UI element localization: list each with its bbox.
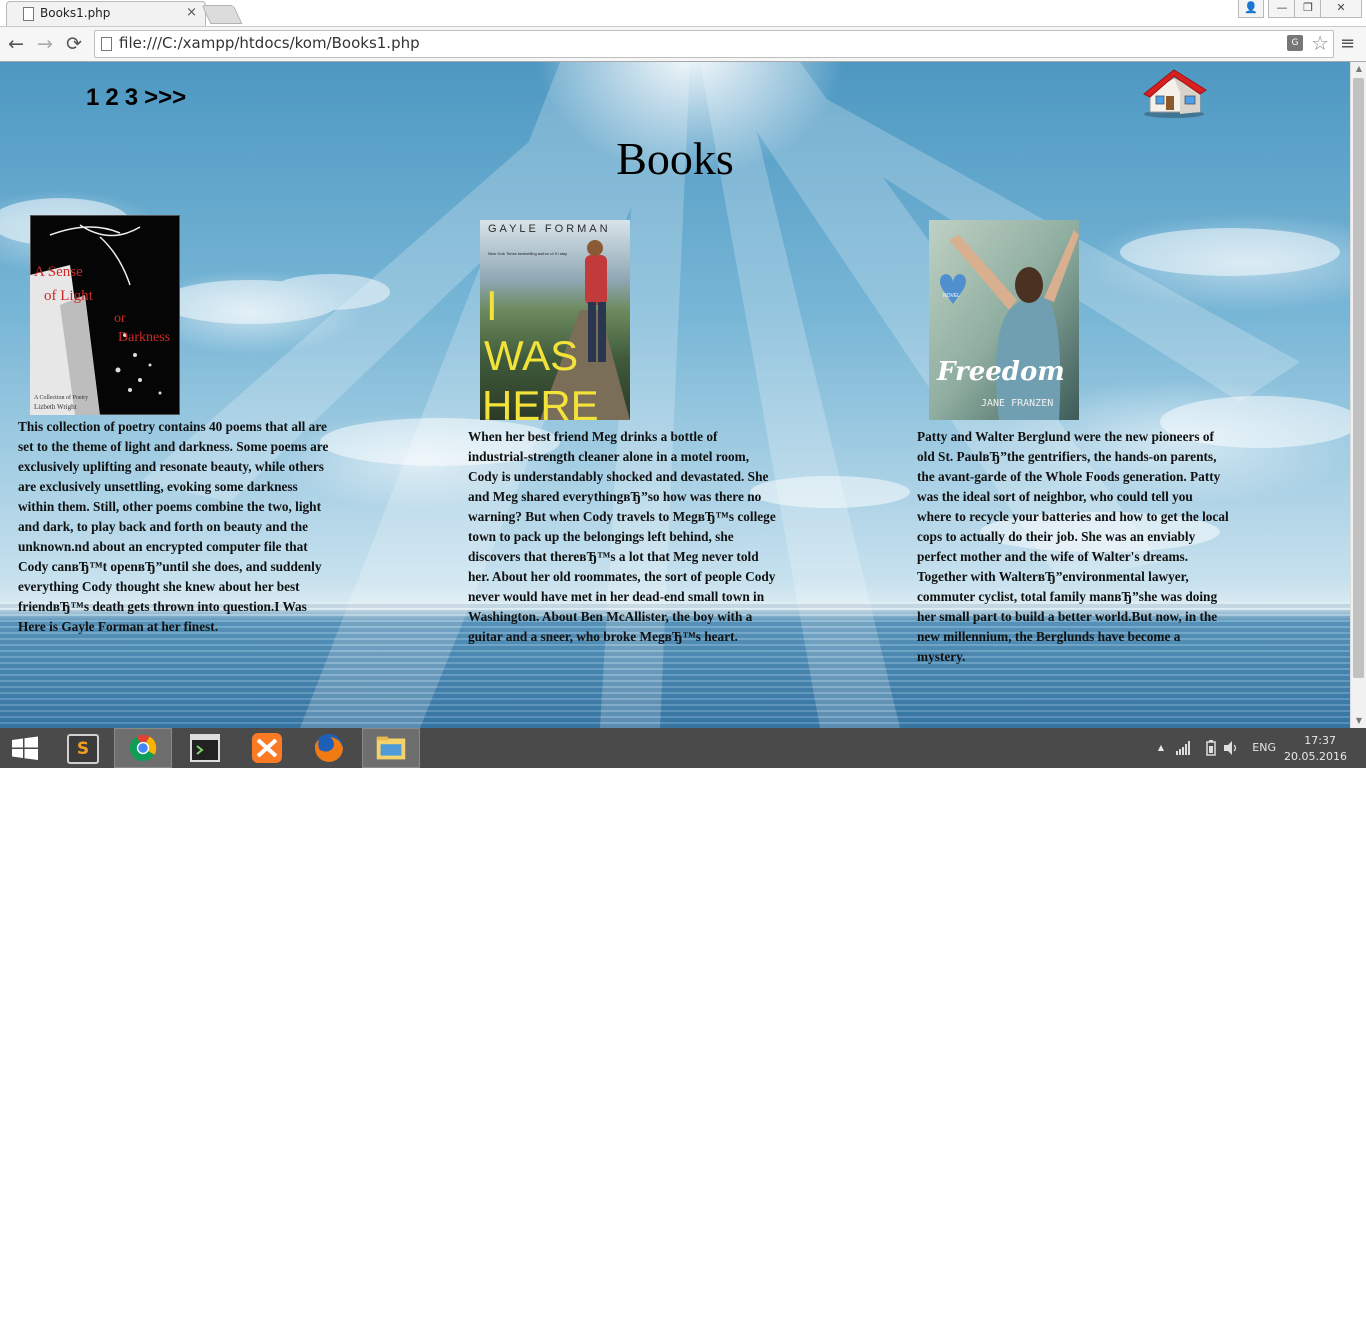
tab-title: Books1.php bbox=[40, 6, 111, 20]
cover-title-line: or bbox=[114, 311, 126, 326]
new-tab-button[interactable] bbox=[201, 5, 243, 24]
browser-chrome: Books1.php × 👤 — ❐ ✕ ← → ⟳ G ☆ ≡ bbox=[0, 0, 1366, 62]
page-link-2[interactable]: 2 bbox=[105, 84, 118, 111]
next-pages-link[interactable]: >>> bbox=[144, 84, 186, 111]
clock-time[interactable]: 17:37 bbox=[1304, 734, 1336, 747]
cover-title-line: HERE bbox=[482, 382, 599, 420]
cover-author: Lizbeth Wright bbox=[34, 403, 77, 411]
home-icon[interactable] bbox=[1140, 66, 1208, 118]
scroll-up-icon[interactable]: ▲ bbox=[1351, 62, 1366, 76]
scrollbar-thumb[interactable] bbox=[1353, 78, 1364, 678]
cover-title-line: A Sense bbox=[34, 264, 83, 280]
firefox-icon[interactable] bbox=[300, 728, 358, 768]
show-hidden-icons-icon[interactable]: ▲ bbox=[1158, 743, 1164, 752]
browser-tab[interactable]: Books1.php × bbox=[6, 1, 206, 27]
user-icon[interactable]: 👤 bbox=[1238, 0, 1264, 18]
console-icon[interactable] bbox=[176, 728, 234, 768]
windows-start-icon[interactable] bbox=[0, 728, 50, 768]
scroll-down-icon[interactable]: ▼ bbox=[1351, 714, 1366, 728]
volume-icon[interactable] bbox=[1224, 741, 1238, 755]
browser-toolbar: ← → ⟳ G ☆ ≡ bbox=[0, 26, 1366, 61]
book-description: Patty and Walter Berglund were the new p… bbox=[917, 429, 1229, 664]
page-title: Books bbox=[616, 133, 734, 184]
minimize-button[interactable]: — bbox=[1268, 0, 1296, 18]
language-indicator[interactable]: ENG bbox=[1252, 741, 1276, 754]
page-icon bbox=[23, 7, 34, 21]
cover-title-line: I bbox=[486, 282, 498, 329]
tab-close-icon[interactable]: × bbox=[186, 5, 197, 20]
pagination: 1 2 3 >>> bbox=[86, 84, 192, 112]
close-window-button[interactable]: ✕ bbox=[1320, 0, 1362, 18]
cover-title: Freedom bbox=[936, 357, 1065, 387]
page-link-1[interactable]: 1 bbox=[86, 84, 99, 111]
network-signal-icon[interactable] bbox=[1176, 741, 1190, 755]
cover-title-line: Darkness bbox=[118, 330, 170, 345]
address-bar[interactable]: G ☆ bbox=[94, 30, 1334, 58]
book-cover-image[interactable]: GAYLE FORMAN New York Times bestselling … bbox=[480, 220, 630, 420]
page-viewport: 1 2 3 >>> Books A Sense of Light or Darknes… bbox=[0, 62, 1350, 728]
page-icon bbox=[101, 37, 112, 51]
vertical-scrollbar[interactable]: ▲ ▼ bbox=[1350, 62, 1366, 728]
cover-title-line: of Light bbox=[44, 288, 94, 304]
url-input[interactable] bbox=[119, 33, 1269, 53]
restore-button[interactable]: ❐ bbox=[1294, 0, 1322, 18]
sublime-text-icon[interactable]: S bbox=[52, 728, 110, 768]
menu-icon[interactable]: ≡ bbox=[1340, 32, 1355, 56]
book-description: This collection of poetry contains 40 po… bbox=[18, 419, 329, 634]
cover-author: GAYLE FORMAN bbox=[488, 223, 611, 235]
xampp-icon[interactable] bbox=[238, 728, 296, 768]
tab-strip: Books1.php × 👤 — ❐ ✕ bbox=[0, 0, 1366, 27]
cover-subtitle: A Collection of Poetry bbox=[34, 394, 88, 401]
reload-button[interactable]: ⟳ bbox=[62, 32, 86, 56]
forward-button[interactable]: → bbox=[33, 32, 57, 56]
clock-date[interactable]: 20.05.2016 bbox=[1284, 750, 1347, 763]
book-cover-image[interactable]: A Sense of Light or Darkness A Collectio… bbox=[30, 215, 180, 415]
cover-author: JANE FRANZEN bbox=[981, 398, 1053, 409]
book-cover-image[interactable]: NOVEL Freedom JANE FRANZEN bbox=[929, 220, 1079, 420]
bookmark-star-icon[interactable]: ☆ bbox=[1311, 31, 1329, 55]
page-link-3[interactable]: 3 bbox=[125, 84, 138, 111]
cover-title-line: WAS bbox=[484, 332, 578, 379]
chrome-icon[interactable] bbox=[114, 728, 172, 768]
file-explorer-icon[interactable] bbox=[362, 728, 420, 768]
translate-icon[interactable]: G bbox=[1287, 35, 1303, 51]
cover-badge: NOVEL bbox=[943, 293, 960, 299]
windows-taskbar: S ▲ ENG 17:37 20.05.2016 bbox=[0, 728, 1366, 768]
cover-tagline: New York Times bestselling author of if … bbox=[488, 251, 567, 256]
book-description: When her best friend Meg drinks a bottle… bbox=[468, 429, 776, 644]
sublime-letter: S bbox=[67, 734, 99, 764]
battery-icon[interactable] bbox=[1206, 740, 1216, 756]
back-button[interactable]: ← bbox=[4, 32, 28, 56]
